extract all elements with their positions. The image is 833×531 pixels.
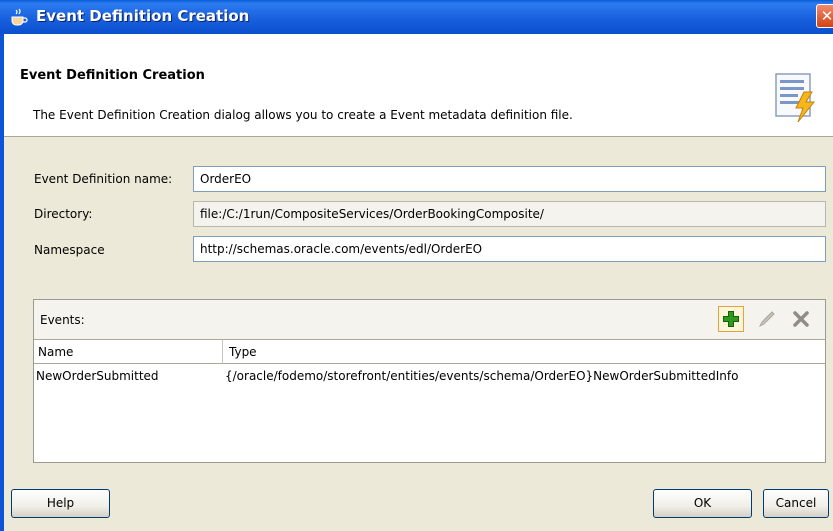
delete-event-button[interactable] <box>788 306 814 332</box>
header-description: The Event Definition Creation dialog all… <box>33 108 573 122</box>
events-label: Events: <box>40 313 85 327</box>
cancel-button-label: Cancel <box>775 496 817 510</box>
event-type-cell: {/oracle/fodemo/storefront/entities/even… <box>225 369 739 383</box>
dialog-header: Event Definition Creation The Event Defi… <box>4 34 833 137</box>
delete-icon <box>793 311 809 327</box>
namespace-input[interactable]: http://schemas.oracle.com/events/edl/Ord… <box>193 236 826 262</box>
pencil-icon <box>758 311 775 328</box>
title-bar[interactable]: Event Definition Creation ✕ <box>0 0 833 34</box>
namespace-label: Namespace <box>34 243 105 257</box>
event-definition-icon <box>775 73 816 123</box>
ok-button[interactable]: OK <box>653 489 752 518</box>
close-icon: ✕ <box>820 7 833 25</box>
close-button[interactable]: ✕ <box>816 4 833 28</box>
java-cup-icon <box>11 8 28 26</box>
header-title: Event Definition Creation <box>20 68 205 83</box>
column-header-name[interactable]: Name <box>34 340 223 364</box>
event-name-cell: NewOrderSubmitted <box>36 369 159 383</box>
event-definition-name-label: Event Definition name: <box>34 172 173 186</box>
directory-field: file:/C:/1run/CompositeServices/OrderBoo… <box>193 201 826 227</box>
column-header-type[interactable]: Type <box>223 340 825 364</box>
window-title: Event Definition Creation <box>36 7 250 25</box>
edit-event-button[interactable] <box>754 306 780 332</box>
directory-label: Directory: <box>34 207 93 221</box>
add-event-button[interactable] <box>718 306 744 332</box>
ok-button-label: OK <box>693 496 712 510</box>
events-panel: Events: Name Type NewOrderSubmitted {/or… <box>33 299 826 463</box>
help-button[interactable]: Help <box>11 489 110 518</box>
events-toolbar: Events: <box>34 300 825 340</box>
cancel-button[interactable]: Cancel <box>763 489 829 518</box>
add-icon <box>723 311 739 327</box>
event-definition-name-input[interactable]: OrderEO <box>193 166 826 192</box>
help-button-label: Help <box>46 496 75 510</box>
